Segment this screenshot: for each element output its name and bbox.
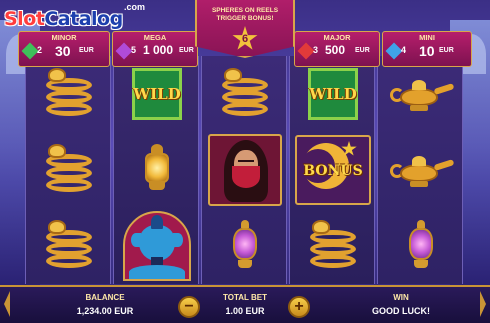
jackpot-count: 5 <box>131 45 137 55</box>
golden-snake-icon <box>304 220 362 272</box>
total-bet-label: TOTAL BET <box>223 293 267 302</box>
reel-4: WILD BONUS <box>289 56 375 284</box>
left-arrow-icon[interactable] <box>2 287 12 321</box>
reel-cell <box>202 56 288 132</box>
masked-lady-icon <box>208 134 282 206</box>
jackpot-count: 2 <box>37 45 43 55</box>
green-gem-icon <box>21 42 39 60</box>
lantern-icon <box>142 144 172 196</box>
jackpot-title: MINOR <box>51 33 77 42</box>
reel-cell <box>378 208 464 284</box>
jackpot-count: 4 <box>401 45 407 55</box>
logo-catalog-text: Catalog <box>44 8 123 30</box>
right-arrow-icon[interactable] <box>478 287 488 321</box>
reel-cell: WILD <box>290 56 376 132</box>
wild-icon: WILD <box>127 64 187 124</box>
reel-cell <box>26 132 112 208</box>
reel-cell <box>378 132 464 208</box>
jackpot-value: 1 000 <box>143 43 174 57</box>
genie-icon <box>121 211 193 281</box>
purple-gem-icon <box>115 42 133 60</box>
bonus-icon: BONUS <box>295 135 371 205</box>
wild-text: WILD <box>133 85 181 103</box>
wild-icon: WILD <box>303 64 363 124</box>
golden-snake-icon <box>216 68 274 120</box>
reel-2: WILD <box>113 56 199 284</box>
jackpot-major: MAJOR 3 500 EUR <box>294 31 380 67</box>
banner-line-2: TRIGGER BONUS! <box>216 15 274 22</box>
reel-cell <box>26 56 112 132</box>
balance-label: BALANCE <box>85 293 125 302</box>
golden-snake-icon <box>40 144 98 196</box>
jackpot-minor: MINOR 2 30 EUR <box>18 31 110 67</box>
jackpot-currency: EUR <box>355 47 370 54</box>
reel-cell <box>114 132 200 208</box>
reel-1 <box>25 56 111 284</box>
golden-snake-icon <box>40 68 98 120</box>
reel-cell: WILD <box>114 56 200 132</box>
slotcatalog-logo: SlotCatalog <box>4 8 123 30</box>
increase-bet-button[interactable]: + <box>288 296 310 318</box>
reel-cell <box>114 208 200 284</box>
jackpot-mega: MEGA 5 1 000 EUR <box>112 31 198 67</box>
jackpot-mini: MINI 4 10 EUR <box>382 31 472 67</box>
bonus-text: BONUS <box>303 163 363 179</box>
jackpot-title: MEGA <box>143 33 167 42</box>
logo-slot-text: Slot <box>4 8 45 30</box>
reel-cell <box>290 208 376 284</box>
reel-grid: WILD WILD BONUS <box>25 56 465 284</box>
sphere-lantern-icon <box>229 220 261 272</box>
jackpot-currency: EUR <box>79 47 94 54</box>
jackpot-value: 500 <box>325 43 346 57</box>
win-label: WIN <box>393 293 409 302</box>
jackpot-currency: EUR <box>439 47 454 54</box>
reel-cell <box>202 132 288 208</box>
bottom-bar: BALANCE 1,234.00 EUR TOTAL BET 1.00 EUR … <box>0 285 490 323</box>
wild-text: WILD <box>309 85 357 103</box>
jackpot-value: 10 <box>419 43 435 59</box>
banner-line-1: SPHERES ON REELS <box>211 7 279 14</box>
reel-cell <box>202 208 288 284</box>
decrease-bet-button[interactable]: − <box>178 296 200 318</box>
magic-lamp-icon <box>388 74 455 114</box>
balance-value: 1,234.00 EUR <box>76 306 134 316</box>
reel-cell: BONUS <box>290 132 376 208</box>
reel-cell <box>378 56 464 132</box>
blue-gem-icon <box>385 42 403 60</box>
jackpot-value: 30 <box>55 43 71 59</box>
jackpot-title: MAJOR <box>323 33 351 42</box>
sphere-lantern-icon <box>405 220 437 272</box>
logo-com-text: .com <box>124 2 146 12</box>
game-scene: SlotCatalog .com SPHERES ON REELS TRIGGE… <box>0 0 490 323</box>
reel-cell <box>26 208 112 284</box>
win-value: GOOD LUCK! <box>372 306 430 316</box>
reel-3 <box>201 56 287 284</box>
total-bet-value: 1.00 EUR <box>225 306 265 316</box>
jackpot-title: MINI <box>419 33 435 42</box>
reel-5 <box>377 56 463 284</box>
golden-snake-icon <box>40 220 98 272</box>
red-gem-icon <box>297 42 315 60</box>
jackpot-currency: EUR <box>179 47 194 54</box>
magic-lamp-icon <box>388 150 455 190</box>
jackpot-count: 3 <box>313 45 319 55</box>
